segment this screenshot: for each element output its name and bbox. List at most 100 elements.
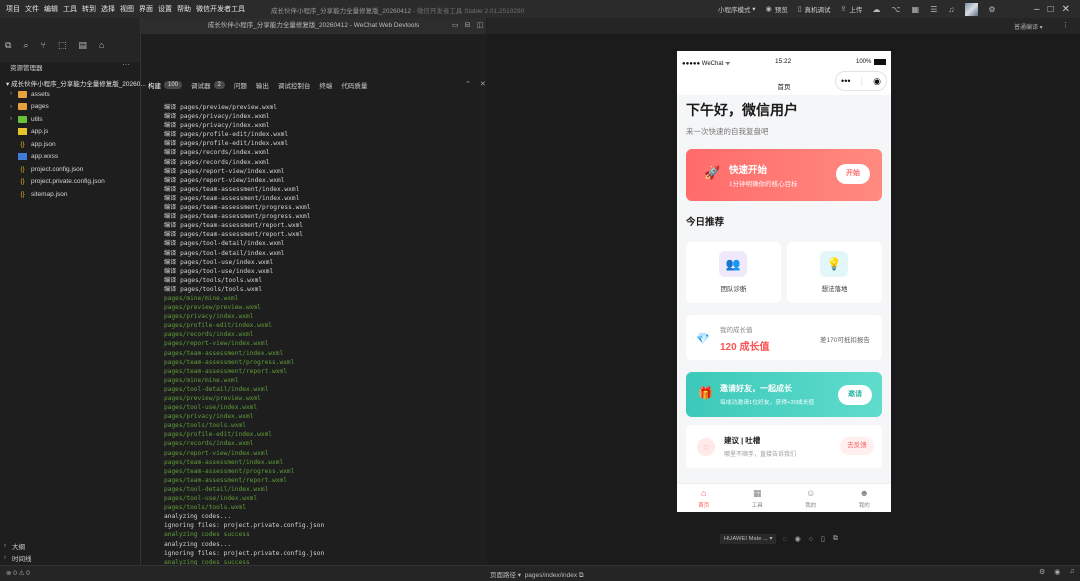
tool-card-team[interactable]: 👥 团队诊断	[686, 242, 781, 303]
devtools-tab[interactable]: 调试控制台	[278, 80, 311, 90]
console-line: pages/team-assessment/progress.wxml	[164, 358, 295, 366]
menu-item[interactable]: 帮助	[177, 4, 191, 14]
growth-card[interactable]: 💎 我的成长值 120 成长值 差170可抵扣报告	[686, 315, 882, 360]
greeting: 下午好，微信用户	[686, 102, 798, 118]
search-icon[interactable]: ⌕	[23, 40, 28, 51]
problems-count[interactable]: ⊗ 0 ⚠ 0	[6, 569, 30, 577]
eye-icon[interactable]: ◉	[1054, 568, 1060, 576]
page-path[interactable]: 页面路径 ▾ pages/index/index ⧉	[490, 569, 584, 580]
tool-card-idea[interactable]: 💡 想法落地	[787, 242, 882, 303]
explorer-header: 资源管理器	[10, 65, 43, 72]
close-icon[interactable]: ✕	[1062, 4, 1070, 15]
cloud-dev-icon[interactable]: ⌂	[99, 40, 104, 51]
menu-item[interactable]: 设置	[158, 4, 172, 14]
start-button[interactable]: 开始	[836, 164, 870, 184]
gear-icon[interactable]: ⚙	[1039, 568, 1045, 576]
menu-item[interactable]: 转到	[82, 4, 96, 14]
panel-split-icon[interactable]: ⊟	[465, 21, 471, 29]
devtools-tab[interactable]: 调试器 2	[191, 80, 225, 90]
folder-icon	[18, 90, 27, 98]
notification-icon[interactable]: ♫	[948, 5, 954, 14]
mode-dropdown[interactable]: 小程序模式 ▾	[718, 4, 756, 14]
tree-item[interactable]: app.wxss	[10, 151, 150, 163]
tree-item[interactable]: › pages	[10, 101, 150, 113]
menu-item[interactable]: 微信开发者工具	[196, 4, 245, 14]
quick-start-title: 快速开始	[729, 165, 768, 176]
upload-button[interactable]: ⇪ 上传	[841, 4, 863, 14]
compile-mode-dropdown[interactable]: 普通编译 ▾	[1014, 22, 1043, 31]
json-file-icon: {}	[20, 190, 25, 198]
status-right-icons: ⚙ ◉ ♫	[1030, 568, 1075, 576]
timeline-section[interactable]: › 时间线	[4, 552, 144, 564]
devtools-tab[interactable]: 问题	[234, 80, 247, 90]
console-line: pages/profile-edit/index.wxml	[164, 322, 273, 330]
tree-item[interactable]: › assets	[10, 88, 150, 100]
message-icon[interactable]: ☰	[930, 5, 937, 14]
panel-layout-icon[interactable]: ▭	[452, 21, 459, 29]
tree-item[interactable]: {} project.config.json	[10, 163, 150, 175]
chevron-up-icon[interactable]: ⌃	[465, 80, 471, 88]
close-icon[interactable]: ✕	[480, 80, 486, 88]
source-control-icon[interactable]: ⑂	[40, 40, 45, 51]
maximize-icon[interactable]: □	[1048, 4, 1054, 15]
tree-item[interactable]: {} project.private.config.json	[10, 176, 150, 188]
details-icon[interactable]: ▦	[912, 5, 920, 14]
tree-item[interactable]: {} sitemap.json	[10, 188, 150, 200]
files-icon[interactable]: ⧉	[5, 40, 11, 51]
feedback-button[interactable]: 去反馈	[840, 437, 874, 455]
menu-item[interactable]: 选择	[101, 4, 115, 14]
home-button-icon[interactable]: ○	[809, 536, 813, 543]
outline-section[interactable]: › 大纲	[4, 540, 144, 552]
copy-icon[interactable]: ⧉	[577, 572, 584, 579]
devtools-tab[interactable]: 代码质量	[341, 80, 367, 90]
feedback-card[interactable]: ◌ 建议 | 吐槽 哪里不顺手，直接告诉我们 去反馈	[686, 425, 882, 468]
minimize-icon[interactable]: –	[1034, 4, 1040, 15]
record-icon[interactable]: ◉	[795, 535, 801, 543]
extensions-icon[interactable]: ▤	[78, 40, 87, 51]
tab-tools[interactable]: ▦ 工具	[731, 484, 785, 512]
chat-bubble-icon: ◌	[697, 438, 715, 456]
devtools-tab[interactable]: 终端	[319, 80, 332, 90]
device-dropdown[interactable]: HUAWEI Mate ... ▾	[720, 534, 777, 544]
settings-icon[interactable]: ⚙	[988, 5, 995, 14]
capsule-close-icon[interactable]: ◉	[873, 76, 881, 87]
devtools-tab[interactable]: 构建 100	[148, 80, 183, 90]
capsule-menu[interactable]: ••• | ◉	[835, 71, 887, 91]
tree-item-label: app.js	[31, 128, 49, 135]
tab-mine[interactable]: ☺ 我的	[784, 484, 838, 512]
user-edit-icon: ☺	[806, 488, 816, 498]
cloud-icon[interactable]: ☁	[872, 5, 880, 14]
window-icon[interactable]: ⧉	[833, 535, 838, 543]
real-device-button[interactable]: ▯ 真机调试	[798, 4, 831, 14]
simulator-toolbar: 普通编译 ▾ ⋮	[487, 18, 1080, 34]
tab-home[interactable]: ⌂ 首页	[677, 484, 731, 512]
divider[interactable]	[140, 18, 141, 565]
menu-item[interactable]: 工具	[63, 4, 77, 14]
quick-start-card[interactable]: 🚀 快速开始 1分钟明确你的核心目标 开始	[686, 149, 882, 201]
preview-button[interactable]: ◉ 预览	[766, 4, 788, 14]
more-icon[interactable]: ⋮	[1062, 21, 1069, 29]
more-dots-icon[interactable]: •••	[841, 76, 850, 86]
tree-item[interactable]: {} app.json	[10, 138, 150, 150]
menu-item[interactable]: 界面	[139, 4, 153, 14]
device-icon[interactable]: ▯	[821, 535, 825, 543]
rotate-icon[interactable]: ◌	[782, 536, 786, 543]
more-icon[interactable]: ···	[122, 60, 130, 69]
menu-item[interactable]: 项目	[6, 4, 20, 14]
bell-icon[interactable]: ♫	[1069, 568, 1074, 576]
panel-side-icon[interactable]: ◫	[477, 21, 484, 29]
tree-item[interactable]: › utils	[10, 113, 150, 125]
project-root[interactable]: ▾ 成长伙伴小程序_分享能力全量修复版_20260...	[6, 78, 146, 88]
devtools-tab[interactable]: 输出	[256, 80, 269, 90]
tree-item[interactable]: app.js	[10, 126, 150, 138]
console-line: pages/mine/mine.wxml	[164, 294, 239, 302]
version-mgmt-icon[interactable]: ⌥	[891, 5, 900, 14]
menu-item[interactable]: 文件	[25, 4, 39, 14]
tab-profile[interactable]: ☻ 我的	[838, 484, 892, 512]
debug-icon[interactable]: ⬚	[58, 40, 67, 51]
invite-button[interactable]: 邀请	[838, 385, 872, 405]
menu-item[interactable]: 视图	[120, 4, 134, 14]
invite-card[interactable]: 🎁 邀请好友，一起成长 每成功邀请1位好友，获得+30成长值 邀请	[686, 372, 882, 417]
menu-item[interactable]: 编辑	[44, 4, 58, 14]
avatar[interactable]	[965, 2, 979, 16]
